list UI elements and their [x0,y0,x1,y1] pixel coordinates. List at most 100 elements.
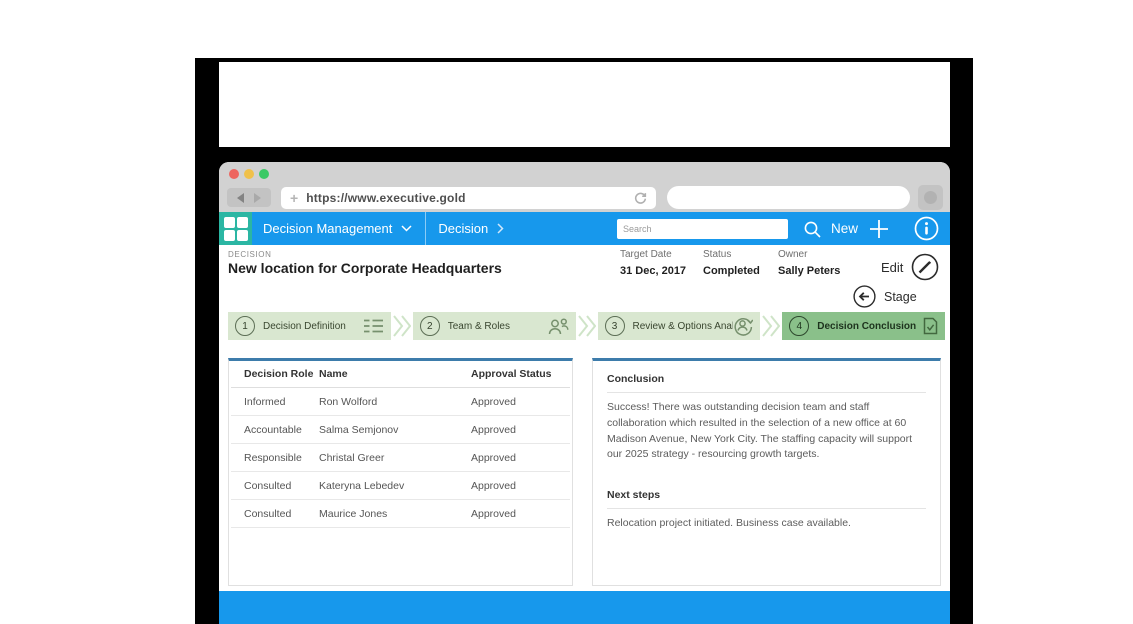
cell-status: Approved [471,396,570,408]
list-icon [363,318,384,334]
stage-separator-chevrons-icon [760,312,782,340]
column-name: Name [319,368,471,380]
stage-review-options-analysis[interactable]: 3 Review & Options Analysis [598,312,761,340]
back-button[interactable] [237,193,244,203]
owner-label: Owner [778,249,840,260]
page-title: New location for Corporate Headquarters [228,260,502,276]
close-window-button[interactable] [229,169,239,179]
browser-nav-buttons [227,188,271,207]
url-text: https://www.executive.gold [306,191,465,205]
back-arrow-icon[interactable] [853,285,876,308]
browser-chrome: + https://www.executive.gold [219,162,950,212]
conclusion-title: Conclusion [607,373,926,393]
app-grid-icon[interactable] [219,212,252,245]
table-row: Informed Ron Wolford Approved [231,388,570,416]
footer-bar [219,591,950,624]
stage-separator-chevrons-icon [391,312,413,340]
stage-team-roles[interactable]: 2 Team & Roles [413,312,576,340]
next-steps-body: Relocation project initiated. Business c… [607,509,926,532]
cell-role: Responsible [231,452,319,464]
stage-decision-definition[interactable]: 1 Decision Definition [228,312,391,340]
person-refresh-icon [733,316,753,336]
stage-number: 1 [235,316,255,336]
cell-name: Christal Greer [319,452,471,464]
stage-name: Review & Options Analysis [633,321,734,332]
stage-label: Stage [884,290,917,304]
target-date-field: Target Date 31 Dec, 2017 [620,249,686,277]
stage-name: Decision Conclusion [817,321,916,332]
cell-status: Approved [471,480,570,492]
breadcrumb-decision[interactable]: Decision [426,212,516,245]
stage-back-control: Stage [853,285,917,308]
target-date-label: Target Date [620,249,686,260]
search-icon [803,220,822,239]
conclusion-panel: Conclusion Success! There was outstandin… [592,358,941,586]
stage-number: 3 [605,316,625,336]
edit-button-label: Edit [881,260,903,275]
cell-status: Approved [471,508,570,520]
plus-icon [869,219,889,239]
search-input[interactable] [617,219,788,239]
chevron-right-icon [497,223,504,234]
stage-number: 2 [420,316,440,336]
cell-name: Maurice Jones [319,508,471,520]
new-button[interactable]: New [831,212,889,245]
new-button-label: New [831,221,858,236]
cell-role: Informed [231,396,319,408]
table-header-row: Decision Role Name Approval Status [231,361,570,388]
browser-search-field[interactable] [667,186,910,209]
column-decision-role: Decision Role [231,368,319,380]
table-row: Consulted Kateryna Lebedev Approved [231,472,570,500]
minimize-window-button[interactable] [244,169,254,179]
blank-top-card [219,62,950,147]
browser-window: + https://www.executive.gold Decision Ma… [219,162,950,624]
table-row: Responsible Christal Greer Approved [231,444,570,472]
roles-panel: Decision Role Name Approval Status Infor… [228,358,573,586]
cell-status: Approved [471,424,570,436]
cell-role: Accountable [231,424,319,436]
decision-content: DECISION New location for Corporate Head… [219,245,950,591]
conclusion-body: Success! There was outstanding decision … [607,393,926,463]
decision-eyebrow: DECISION [228,250,271,259]
forward-button[interactable] [254,193,261,203]
status-label: Status [703,249,760,260]
profile-circle-icon [924,191,937,204]
stage-separator-chevrons-icon [576,312,598,340]
pencil-icon [911,253,939,281]
address-bar[interactable]: + https://www.executive.gold [281,187,656,209]
info-button[interactable] [914,216,939,241]
cell-status: Approved [471,452,570,464]
app-navbar: Decision Management Decision New [219,212,950,245]
breadcrumb-label: Decision [438,221,488,236]
app-menu-label: Decision Management [263,221,392,236]
edit-button[interactable]: Edit [881,253,939,281]
cell-role: Consulted [231,508,319,520]
next-steps-title: Next steps [607,489,926,509]
owner-value: Sally Peters [778,265,840,277]
cell-role: Consulted [231,480,319,492]
chevron-down-icon [401,225,412,232]
target-date-value: 31 Dec, 2017 [620,265,686,277]
add-icon: + [290,191,298,205]
browser-profile-button[interactable] [918,185,943,210]
column-approval-status: Approval Status [471,368,570,380]
document-check-icon [923,317,938,335]
stage-name: Team & Roles [448,321,510,332]
cell-name: Salma Semjonov [319,424,471,436]
zoom-window-button[interactable] [259,169,269,179]
stage-number: 4 [789,316,809,336]
cell-name: Ron Wolford [319,396,471,408]
stage-progress-bar: 1 Decision Definition 2 Team & Roles [228,312,945,340]
owner-field: Owner Sally Peters [778,249,840,277]
stage-decision-conclusion[interactable]: 4 Decision Conclusion [782,312,945,340]
team-people-icon [547,318,569,335]
table-row: Accountable Salma Semjonov Approved [231,416,570,444]
refresh-icon[interactable] [634,192,647,205]
cell-name: Kateryna Lebedev [319,480,471,492]
status-field: Status Completed [703,249,760,277]
status-value: Completed [703,265,760,277]
table-row: Consulted Maurice Jones Approved [231,500,570,528]
app-menu-decision-management[interactable]: Decision Management [252,212,425,245]
info-icon [914,216,939,241]
search-button[interactable] [800,217,824,241]
